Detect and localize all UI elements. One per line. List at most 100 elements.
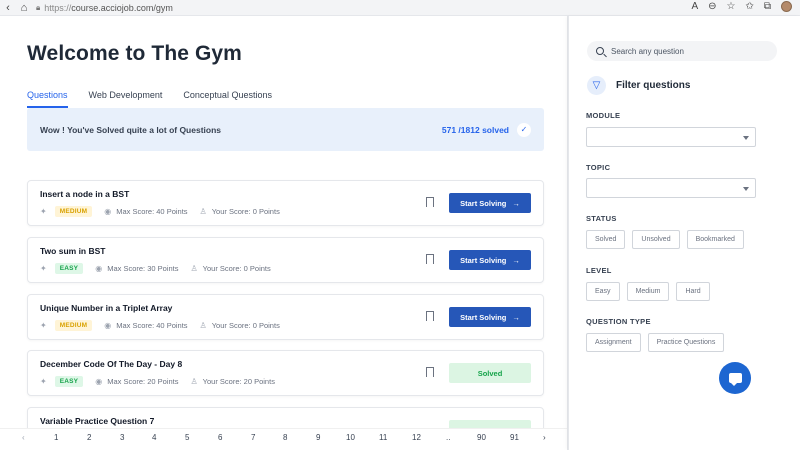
read-aloud-icon[interactable]: A	[691, 1, 698, 12]
page-link[interactable]: 4	[152, 433, 156, 442]
level-chip-hard[interactable]: Hard	[676, 282, 710, 301]
trophy-icon: ♙	[190, 264, 198, 273]
avatar[interactable]	[781, 1, 792, 12]
page-link[interactable]: 2	[87, 433, 91, 442]
solved-count: 571 /1812 solved	[441, 124, 509, 135]
back-icon[interactable]: ‹	[0, 2, 16, 14]
trophy-icon: ♙	[199, 321, 207, 330]
question-meta: ✦ MEDIUM ◉ Max Score: 40 Points ♙ Your S…	[40, 206, 280, 217]
search-placeholder: Search any question	[611, 46, 684, 56]
question-card: December Code Of The Day - Day 8 ✦ EASY …	[27, 350, 544, 396]
status-chip-solved[interactable]: Solved	[586, 230, 626, 249]
your-score: Your Score: 0 Points	[211, 207, 280, 216]
status-chip-unsolved[interactable]: Unsolved	[632, 230, 680, 249]
topic-select[interactable]	[586, 178, 756, 198]
tab-web-development[interactable]: Web Development	[89, 90, 163, 108]
next-page-button[interactable]: ›	[543, 433, 546, 442]
filter-icon: ▽	[587, 76, 606, 95]
your-score: Your Score: 0 Points	[202, 264, 271, 273]
pagination: ‹ 1 2 3 4 5 6 7 8 9 10 11 12 .. 90 91 ›	[0, 428, 568, 446]
url-prefix: https://	[44, 2, 72, 13]
favorite-icon[interactable]: ☆	[727, 1, 736, 12]
max-score: Max Score: 20 Points	[107, 377, 179, 386]
trophy-icon: ♙	[199, 207, 207, 216]
bookmark-icon[interactable]	[426, 311, 434, 324]
start-solving-button[interactable]: Start Solving →	[449, 193, 531, 213]
tab-questions[interactable]: Questions	[27, 90, 68, 108]
tab-bar: Questions Web Development Conceptual Que…	[27, 90, 293, 108]
collections-icon[interactable]: ⧉	[764, 1, 771, 12]
start-solving-label: Start Solving	[460, 255, 507, 265]
max-score: Max Score: 30 Points	[107, 264, 179, 273]
level-badge: EASY	[54, 376, 84, 387]
page-link[interactable]: 91	[510, 433, 519, 442]
your-score: Your Score: 20 Points	[202, 377, 275, 386]
page-link[interactable]: 90	[477, 433, 486, 442]
sparkle-icon: ✦	[40, 207, 47, 216]
level-label: LEVEL	[586, 266, 612, 275]
arrow-right-icon: →	[512, 255, 520, 265]
chevron-down-icon	[743, 136, 749, 140]
type-chip-assignment[interactable]: Assignment	[586, 333, 641, 352]
search-input[interactable]: Search any question	[587, 41, 777, 61]
browser-toolbar: ‹ ⌂ 🔒︎ https://course.acciojob.com/gym A…	[0, 0, 800, 16]
question-card: Two sum in BST ✦ EASY ◉ Max Score: 30 Po…	[27, 237, 544, 283]
bookmark-icon[interactable]	[426, 197, 434, 210]
question-title[interactable]: Insert a node in a BST	[40, 189, 129, 199]
trophy-icon: ♙	[190, 377, 198, 386]
page-link[interactable]: 11	[379, 433, 387, 442]
target-icon: ◉	[104, 207, 112, 216]
type-chip-practice[interactable]: Practice Questions	[647, 333, 725, 352]
page-link[interactable]: 6	[218, 433, 222, 442]
level-chip-medium[interactable]: Medium	[626, 282, 670, 301]
question-title[interactable]: Two sum in BST	[40, 246, 105, 256]
question-type-chips: Assignment Practice Questions	[586, 333, 725, 352]
question-meta: ✦ EASY ◉ Max Score: 20 Points ♙ Your Sco…	[40, 376, 275, 387]
page-link[interactable]: 12	[412, 433, 421, 442]
question-title[interactable]: Variable Practice Question 7	[40, 416, 154, 426]
question-title[interactable]: December Code Of The Day - Day 8	[40, 359, 182, 369]
level-badge: MEDIUM	[54, 206, 93, 217]
question-title[interactable]: Unique Number in a Triplet Array	[40, 303, 172, 313]
chat-button[interactable]	[719, 362, 751, 394]
page-link[interactable]: 8	[283, 433, 287, 442]
filter-title: Filter questions	[616, 80, 691, 91]
arrow-right-icon: →	[512, 198, 520, 208]
banner-message: Wow ! You've Solved quite a lot of Quest…	[40, 124, 222, 135]
status-chip-bookmarked[interactable]: Bookmarked	[686, 230, 744, 249]
module-select[interactable]	[586, 127, 756, 147]
topic-label: TOPIC	[586, 163, 611, 172]
page-title: Welcome to The Gym	[27, 42, 242, 65]
page-link[interactable]: 10	[346, 433, 355, 442]
level-badge: MEDIUM	[54, 320, 93, 331]
favorites-icon[interactable]: ✩	[745, 1, 753, 12]
module-label: MODULE	[586, 111, 621, 120]
level-chip-easy[interactable]: Easy	[586, 282, 620, 301]
filter-sidebar: Search any question ▽ Filter questions M…	[568, 16, 800, 450]
chevron-down-icon	[743, 187, 749, 191]
prev-page-button[interactable]: ‹	[22, 433, 25, 442]
bookmark-icon[interactable]	[426, 367, 434, 380]
max-score: Max Score: 40 Points	[116, 207, 188, 216]
lock-icon: 🔒︎	[36, 2, 41, 12]
tab-conceptual-questions[interactable]: Conceptual Questions	[183, 90, 272, 108]
start-solving-label: Start Solving	[460, 198, 507, 208]
page-link[interactable]: 1	[54, 433, 58, 442]
start-solving-button[interactable]: Start Solving →	[449, 307, 531, 327]
address-bar[interactable]: 🔒︎ https://course.acciojob.com/gym	[36, 3, 173, 13]
page-ellipsis: ..	[446, 433, 451, 442]
bookmark-icon[interactable]	[426, 254, 434, 267]
chat-icon	[728, 373, 742, 386]
page-link[interactable]: 7	[251, 433, 255, 442]
status-label: STATUS	[586, 214, 617, 223]
solved-button[interactable]: Solved	[449, 363, 531, 383]
question-type-label: QUESTION TYPE	[586, 317, 651, 326]
page-link[interactable]: 3	[120, 433, 124, 442]
zoom-icon[interactable]: ⊖	[708, 1, 716, 12]
start-solving-button[interactable]: Start Solving →	[449, 250, 531, 270]
max-score: Max Score: 40 Points	[116, 321, 188, 330]
question-meta: ✦ EASY ◉ Max Score: 30 Points ♙ Your Sco…	[40, 263, 271, 274]
page-link[interactable]: 5	[185, 433, 189, 442]
page-link[interactable]: 9	[316, 433, 320, 442]
home-icon[interactable]: ⌂	[16, 2, 32, 14]
